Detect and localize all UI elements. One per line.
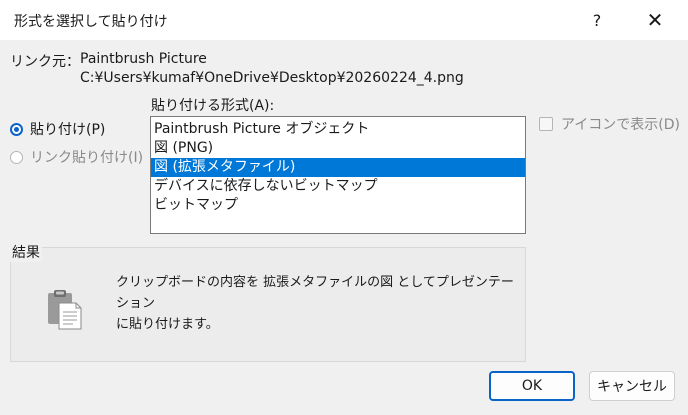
close-icon: ✕ [646, 8, 664, 32]
paste-radio-label: 貼り付け(P) [30, 122, 106, 138]
result-description: クリップボードの内容を 拡張メタファイルの図 としてプレゼンテーション に貼り付… [116, 272, 516, 335]
close-button[interactable]: ✕ [632, 0, 678, 40]
format-list-item[interactable]: デバイスに依存しないビットマップ [151, 177, 525, 196]
format-list-item-selected[interactable]: 図 (拡張メタファイル) [151, 158, 525, 177]
paste-link-radio [10, 150, 23, 164]
paste-link-radio-label: リンク貼り付け(I) [30, 150, 144, 166]
result-title: 結果 [10, 242, 42, 262]
display-as-icon-option: アイコンで表示(D) [539, 114, 680, 134]
clipboard-icon [48, 290, 82, 330]
paste-radio-option[interactable]: 貼り付け(P) [10, 119, 105, 139]
source-name: Paintbrush Picture [80, 51, 207, 67]
source-path: C:¥Users¥kumaf¥OneDrive¥Desktop¥20260224… [80, 70, 464, 86]
format-list-item[interactable]: 図 (PNG) [151, 139, 525, 158]
source-label: リンク元： [10, 54, 80, 70]
result-description-line: に貼り付けます。 [116, 317, 219, 332]
format-listbox[interactable]: Paintbrush Picture オブジェクト 図 (PNG) 図 (拡張メ… [150, 116, 526, 234]
window-title: 形式を選択して貼り付け [14, 14, 168, 30]
help-button[interactable]: ? [574, 0, 620, 40]
format-list-item[interactable]: ビットマップ [151, 196, 525, 215]
format-list-item[interactable]: Paintbrush Picture オブジェクト [151, 120, 525, 139]
format-list-label: 貼り付ける形式(A): [151, 98, 275, 114]
ok-button[interactable]: OK [489, 371, 575, 401]
paste-link-radio-option: リンク貼り付け(I) [10, 147, 143, 167]
paste-radio[interactable] [10, 122, 23, 136]
help-icon: ? [592, 10, 602, 30]
display-as-icon-label: アイコンで表示(D) [561, 117, 681, 133]
result-description-line: クリップボードの内容を 拡張メタファイルの図 としてプレゼンテーション [116, 275, 514, 311]
title-bar: 形式を選択して貼り付け ? ✕ [0, 0, 688, 40]
display-as-icon-checkbox [539, 117, 553, 131]
cancel-button[interactable]: キャンセル [589, 371, 675, 401]
